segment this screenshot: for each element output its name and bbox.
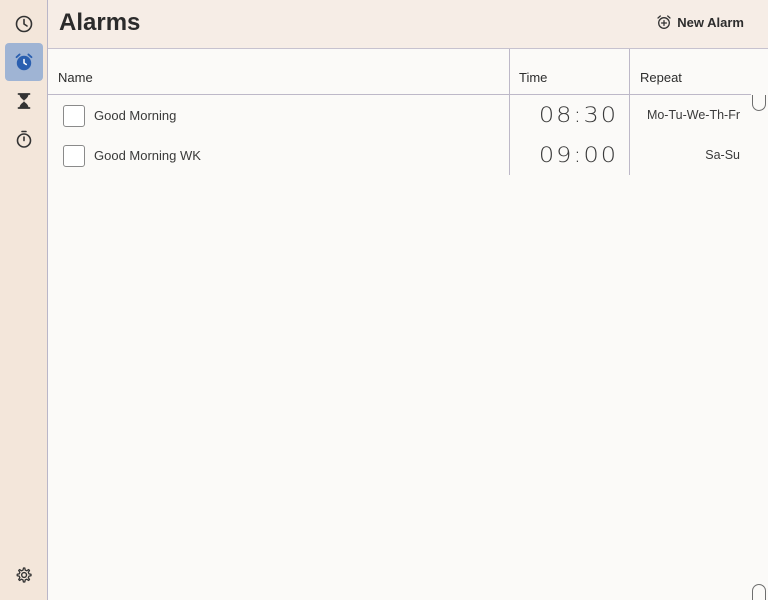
header-bar: Alarms New Alarm bbox=[48, 0, 768, 49]
column-header-repeat-label: Repeat bbox=[640, 70, 682, 85]
sidebar bbox=[0, 0, 48, 600]
nav-alarm-button[interactable] bbox=[5, 43, 43, 81]
column-header-name[interactable]: Name bbox=[48, 49, 509, 95]
new-alarm-button[interactable]: New Alarm bbox=[656, 14, 744, 30]
nav-clock-button[interactable] bbox=[5, 5, 43, 43]
settings-button[interactable] bbox=[5, 556, 43, 594]
alarm-time: 09:00 bbox=[538, 142, 618, 168]
stopwatch-icon bbox=[16, 130, 32, 148]
alarm-repeat: Mo-Tu-We-Th-Fr bbox=[646, 108, 740, 122]
new-alarm-label: New Alarm bbox=[677, 14, 744, 30]
alarm-clock-icon bbox=[15, 53, 33, 71]
column-header-time-label: Time bbox=[519, 70, 548, 85]
alarm-time: 08:30 bbox=[538, 102, 618, 128]
table-row[interactable]: Good Morning 08:30 Mo-Tu-We-Th-Fr bbox=[48, 96, 751, 136]
alarm-repeat: Sa-Su bbox=[705, 148, 740, 162]
clock-icon bbox=[15, 15, 33, 33]
column-header-repeat[interactable]: Repeat bbox=[630, 49, 751, 95]
alarm-table: Name Time Repeat Good Morning 08:30 Mo-T… bbox=[48, 49, 751, 600]
add-alarm-icon bbox=[657, 15, 671, 29]
alarm-name: Good Morning WK bbox=[94, 148, 201, 163]
column-header-time[interactable]: Time bbox=[509, 49, 630, 95]
column-header-name-label: Name bbox=[58, 70, 93, 85]
row-checkbox[interactable] bbox=[63, 145, 85, 167]
gear-icon bbox=[16, 567, 32, 583]
row-checkbox[interactable] bbox=[63, 105, 85, 127]
page-title: Alarms bbox=[59, 9, 141, 36]
hourglass-icon bbox=[17, 93, 31, 109]
nav-timer-button[interactable] bbox=[5, 82, 43, 120]
scroll-up-cap[interactable] bbox=[752, 95, 766, 111]
scroll-down-cap[interactable] bbox=[752, 584, 766, 600]
alarm-name: Good Morning bbox=[94, 108, 177, 123]
table-row[interactable]: Good Morning WK 09:00 Sa-Su bbox=[48, 136, 751, 176]
app-window: Alarms New Alarm Name Time Repeat Good M… bbox=[0, 0, 768, 600]
nav-stopwatch-button[interactable] bbox=[5, 120, 43, 158]
scrollbar-track[interactable] bbox=[751, 49, 768, 600]
